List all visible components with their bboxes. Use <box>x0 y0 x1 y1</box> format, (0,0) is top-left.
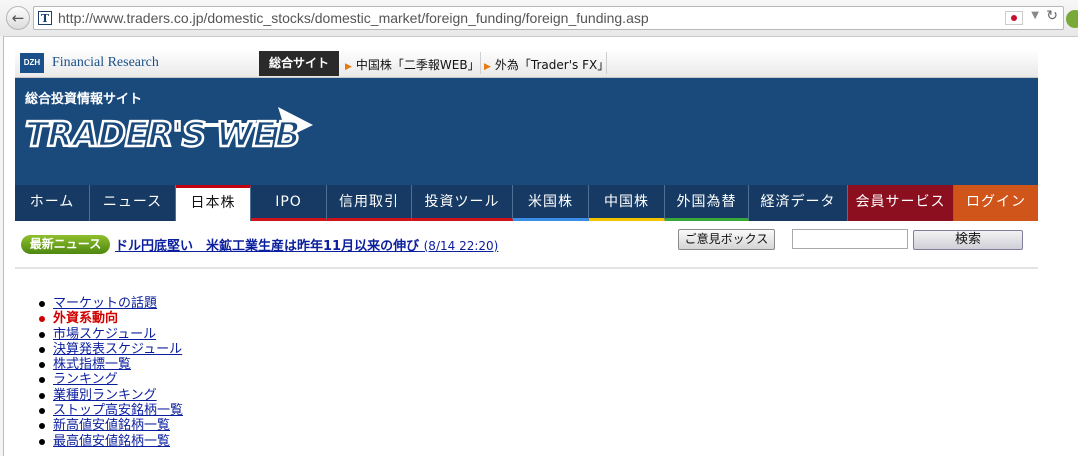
nav-forex[interactable]: 外国為替 <box>665 185 749 221</box>
url-text: http://www.traders.co.jp/domestic_stocks… <box>58 10 649 26</box>
menu-link-stock-indicators[interactable]: 株式指標一覧 <box>53 357 131 372</box>
list-item: 業種別ランキング <box>36 388 183 403</box>
menu-link-stop-high-low[interactable]: ストップ高安銘柄一覧 <box>53 403 183 418</box>
divider <box>606 52 607 74</box>
back-icon[interactable]: ← <box>6 6 30 30</box>
market-menu: マーケットの話題 外資系動向 市場スケジュール 決算発表スケジュール 株式指標一… <box>36 296 183 449</box>
top-utility-bar: DZH Financial Research 総合サイト ▶ 中国株「二季報WEB… <box>15 49 1038 78</box>
nav-member-services[interactable]: 会員サービス <box>848 185 954 221</box>
dzh-logo[interactable]: DZH <box>20 53 44 73</box>
page-left-edge <box>0 36 4 456</box>
arrow-right-icon: ▶ <box>345 62 352 72</box>
company-name[interactable]: Financial Research <box>52 55 159 71</box>
nav-news[interactable]: ニュース <box>90 185 176 221</box>
general-site-button[interactable]: 総合サイト <box>259 51 339 76</box>
china-stocks-label: 中国株「二季報WEB」 <box>355 58 480 72</box>
search-input[interactable] <box>792 229 908 249</box>
list-item: 外資系動向 <box>36 311 183 326</box>
list-item: 最高値安値銘柄一覧 <box>36 434 183 449</box>
divider <box>480 52 481 74</box>
japan-flag-icon <box>1005 11 1023 25</box>
traders-web-logo[interactable]: TRADER'S WEB <box>23 104 313 154</box>
arrow-right-icon: ▶ <box>484 62 491 72</box>
nav-japan-stocks[interactable]: 日本株 <box>176 185 251 221</box>
nav-china-stocks[interactable]: 中国株 <box>589 185 665 221</box>
reload-icon[interactable]: ↻ <box>1046 8 1058 24</box>
news-headline: ドル円底堅い 米鉱工業生産は昨年11月以来の伸び <box>115 239 420 254</box>
latest-news-badge: 最新ニュース <box>21 235 110 254</box>
dropdown-arrow-icon[interactable]: ▼ <box>1031 10 1039 21</box>
news-headline-link[interactable]: ドル円底堅い 米鉱工業生産は昨年11月以来の伸び (8/14 22:20) <box>115 235 498 254</box>
fx-link[interactable]: ▶ 外為「Trader's FX」 <box>484 56 609 73</box>
list-item: 決算発表スケジュール <box>36 342 183 357</box>
url-field[interactable]: T http://www.traders.co.jp/domestic_stoc… <box>33 6 1064 30</box>
main-nav: ホーム ニュース 日本株 IPO 信用取引 投資ツール 米国株 中国株 外国為替… <box>15 185 1038 221</box>
nav-us-stocks[interactable]: 米国株 <box>513 185 589 221</box>
search-button[interactable]: 検索 <box>913 230 1023 250</box>
menu-link-market-schedule[interactable]: 市場スケジュール <box>53 327 156 342</box>
news-time: (8/14 22:20) <box>423 239 499 253</box>
menu-current-foreign-funding: 外資系動向 <box>53 311 119 327</box>
divider <box>15 267 1038 269</box>
nav-investment-tools[interactable]: 投資ツール <box>412 185 513 221</box>
logo-text: TRADER'S WEB <box>25 115 300 154</box>
menu-link-new-high-low[interactable]: 新高値安値銘柄一覧 <box>53 418 170 433</box>
nav-home[interactable]: ホーム <box>15 185 90 221</box>
fx-label: 外為「Trader's FX」 <box>494 58 610 72</box>
nav-login[interactable]: ログイン <box>954 185 1038 221</box>
list-item: 新高値安値銘柄一覧 <box>36 418 183 433</box>
nav-ipo[interactable]: IPO <box>251 185 327 221</box>
list-item: 株式指標一覧 <box>36 357 183 372</box>
list-item: ストップ高安銘柄一覧 <box>36 403 183 418</box>
nav-economic-data[interactable]: 経済データ <box>749 185 848 221</box>
menu-link-sector-ranking[interactable]: 業種別ランキング <box>53 388 157 403</box>
list-item: マーケットの話題 <box>36 296 183 311</box>
site-favicon-icon: T <box>38 11 52 25</box>
menu-link-record-high-low[interactable]: 最高値安値銘柄一覧 <box>53 434 170 449</box>
site-banner: 総合投資情報サイト TRADER'S WEB <box>15 78 1038 185</box>
menu-link-ranking[interactable]: ランキング <box>53 372 118 387</box>
china-stocks-link[interactable]: ▶ 中国株「二季報WEB」 <box>345 56 480 73</box>
list-item: ランキング <box>36 372 183 387</box>
list-item: 市場スケジュール <box>36 327 183 342</box>
menu-link-earnings-schedule[interactable]: 決算発表スケジュール <box>53 342 182 357</box>
nav-margin-trading[interactable]: 信用取引 <box>327 185 412 221</box>
menu-link-market-topics[interactable]: マーケットの話題 <box>53 296 157 311</box>
browser-address-bar: ← T http://www.traders.co.jp/domestic_st… <box>0 0 1078 37</box>
addon-icon[interactable] <box>1066 10 1078 28</box>
opinion-box-button[interactable]: ご意見ボックス <box>678 229 775 250</box>
